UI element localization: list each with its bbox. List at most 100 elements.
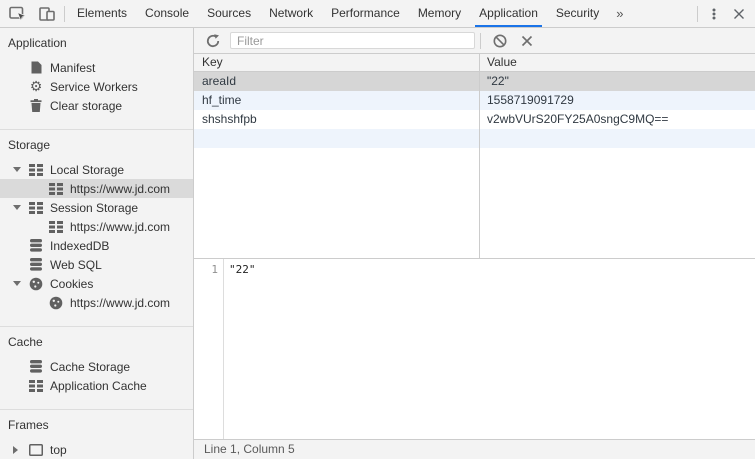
sidebar-item-label: Manifest [50, 61, 95, 75]
sidebar-item-label: IndexedDB [50, 239, 109, 253]
device-toolbar-button[interactable] [33, 0, 61, 27]
device-toolbar-icon [39, 6, 55, 22]
table-row[interactable]: hf_time 1558719091729 [194, 91, 755, 110]
inspect-icon [9, 6, 27, 22]
table-row[interactable]: shshshfpb v2wbVUrS20FY25A0sngC9MQ== [194, 110, 755, 129]
sidebar-item-label: Application Cache [50, 379, 147, 393]
sidebar-item-label: Clear storage [50, 99, 122, 113]
sidebar-item-label: https://www.jd.com [70, 220, 170, 234]
sidebar-item-application-cache[interactable]: Application Cache [0, 376, 193, 395]
sidebar-item-local-storage[interactable]: Local Storage [0, 160, 193, 179]
cell-key: hf_time [194, 91, 479, 110]
cell-key: areaId [194, 72, 479, 91]
column-resize-handle[interactable] [479, 54, 480, 258]
sidebar-item-label: Web SQL [50, 258, 102, 272]
tab-network[interactable]: Network [260, 0, 322, 27]
table-icon [48, 183, 64, 195]
toolbar-divider [480, 33, 481, 49]
table-filler-row[interactable] [194, 129, 755, 148]
value-preview-pane: 1 "22" [194, 258, 755, 439]
delete-selected-button[interactable] [514, 28, 540, 53]
sidebar-item-label: top [50, 443, 67, 457]
cell-key: shshshfpb [194, 110, 479, 129]
section-title: Application [0, 36, 193, 58]
table-icon [28, 202, 44, 214]
toolbar-divider [697, 6, 698, 22]
panel-tabs: Elements Console Sources Network Perform… [68, 0, 608, 28]
tab-performance[interactable]: Performance [322, 0, 409, 27]
column-header-value[interactable]: Value [479, 54, 755, 71]
trash-icon [28, 99, 44, 112]
tab-security[interactable]: Security [547, 0, 608, 27]
tab-memory[interactable]: Memory [409, 0, 470, 27]
cell-value: v2wbVUrS20FY25A0sngC9MQ== [479, 110, 755, 129]
table-header: Key Value [194, 54, 755, 72]
section-application: Application Manifest ⚙ Service Workers [0, 28, 193, 129]
document-icon [28, 61, 44, 74]
chevron-down-icon[interactable] [13, 281, 21, 286]
sidebar-item-session-storage-origin[interactable]: https://www.jd.com [0, 217, 193, 236]
application-sidebar: Application Manifest ⚙ Service Workers [0, 28, 194, 459]
sidebar-item-top-frame[interactable]: top [0, 440, 193, 459]
section-cache: Cache Cache Storage [0, 326, 193, 409]
chevron-down-icon[interactable] [13, 205, 21, 210]
sidebar-item-cache-storage[interactable]: Cache Storage [0, 357, 193, 376]
chevron-right-icon[interactable] [13, 446, 18, 454]
refresh-button[interactable] [199, 28, 227, 53]
toolbar-divider [64, 6, 65, 22]
sidebar-item-label: Cache Storage [50, 360, 130, 374]
status-bar: Line 1, Column 5 [194, 439, 755, 459]
inspect-element-button[interactable] [3, 0, 33, 27]
cell-value: 1558719091729 [479, 91, 755, 110]
tab-application[interactable]: Application [470, 0, 547, 27]
sidebar-item-session-storage[interactable]: Session Storage [0, 198, 193, 217]
table-icon [28, 380, 44, 392]
section-title: Storage [0, 138, 193, 160]
filter-input[interactable] [230, 32, 475, 49]
devtools-tabbar: Elements Console Sources Network Perform… [0, 0, 755, 28]
chevron-down-icon[interactable] [13, 167, 21, 172]
table-row[interactable]: areaId "22" [194, 72, 755, 91]
preview-content[interactable]: "22" [224, 259, 256, 439]
line-number: 1 [194, 263, 218, 276]
sidebar-item-local-storage-origin[interactable]: https://www.jd.com [0, 179, 193, 198]
database-icon [28, 258, 44, 271]
sidebar-item-label: https://www.jd.com [70, 182, 170, 196]
sidebar-item-label: Cookies [50, 277, 93, 291]
x-icon [521, 35, 533, 47]
sidebar-item-label: Session Storage [50, 201, 138, 215]
sidebar-item-clear-storage[interactable]: Clear storage [0, 96, 193, 115]
sidebar-item-service-workers[interactable]: ⚙ Service Workers [0, 77, 193, 96]
refresh-icon [206, 34, 220, 48]
section-title: Cache [0, 335, 193, 357]
gear-icon: ⚙ [28, 80, 44, 94]
column-header-key[interactable]: Key [194, 54, 479, 71]
sidebar-item-cookies-origin[interactable]: https://www.jd.com [0, 293, 193, 312]
sidebar-item-manifest[interactable]: Manifest [0, 58, 193, 77]
tab-sources[interactable]: Sources [198, 0, 260, 27]
database-icon [28, 360, 44, 373]
cookie-icon [28, 277, 44, 291]
tab-elements[interactable]: Elements [68, 0, 136, 27]
sidebar-item-cookies[interactable]: Cookies [0, 274, 193, 293]
kebab-menu-icon [707, 6, 721, 22]
sidebar-item-indexeddb[interactable]: IndexedDB [0, 236, 193, 255]
cursor-position-text: Line 1, Column 5 [204, 442, 295, 456]
sidebar-item-web-sql[interactable]: Web SQL [0, 255, 193, 274]
sidebar-item-label: Service Workers [50, 80, 138, 94]
devtools-close-button[interactable] [727, 0, 751, 27]
local-storage-panel: Key Value areaId "22" hf_time 1558719091… [194, 28, 755, 459]
section-storage: Storage Local Storage [0, 129, 193, 326]
sidebar-item-label: https://www.jd.com [70, 296, 170, 310]
devtools-menu-button[interactable] [701, 0, 727, 27]
storage-toolbar [194, 28, 755, 54]
sidebar-item-label: Local Storage [50, 163, 124, 177]
more-tabs-chevron-icon[interactable]: » [608, 1, 631, 27]
table-icon [28, 164, 44, 176]
clear-all-button[interactable] [486, 28, 514, 53]
tab-console[interactable]: Console [136, 0, 198, 27]
cell-value: "22" [479, 72, 755, 91]
table-icon [48, 221, 64, 233]
section-title: Frames [0, 418, 193, 440]
close-icon [733, 8, 745, 20]
